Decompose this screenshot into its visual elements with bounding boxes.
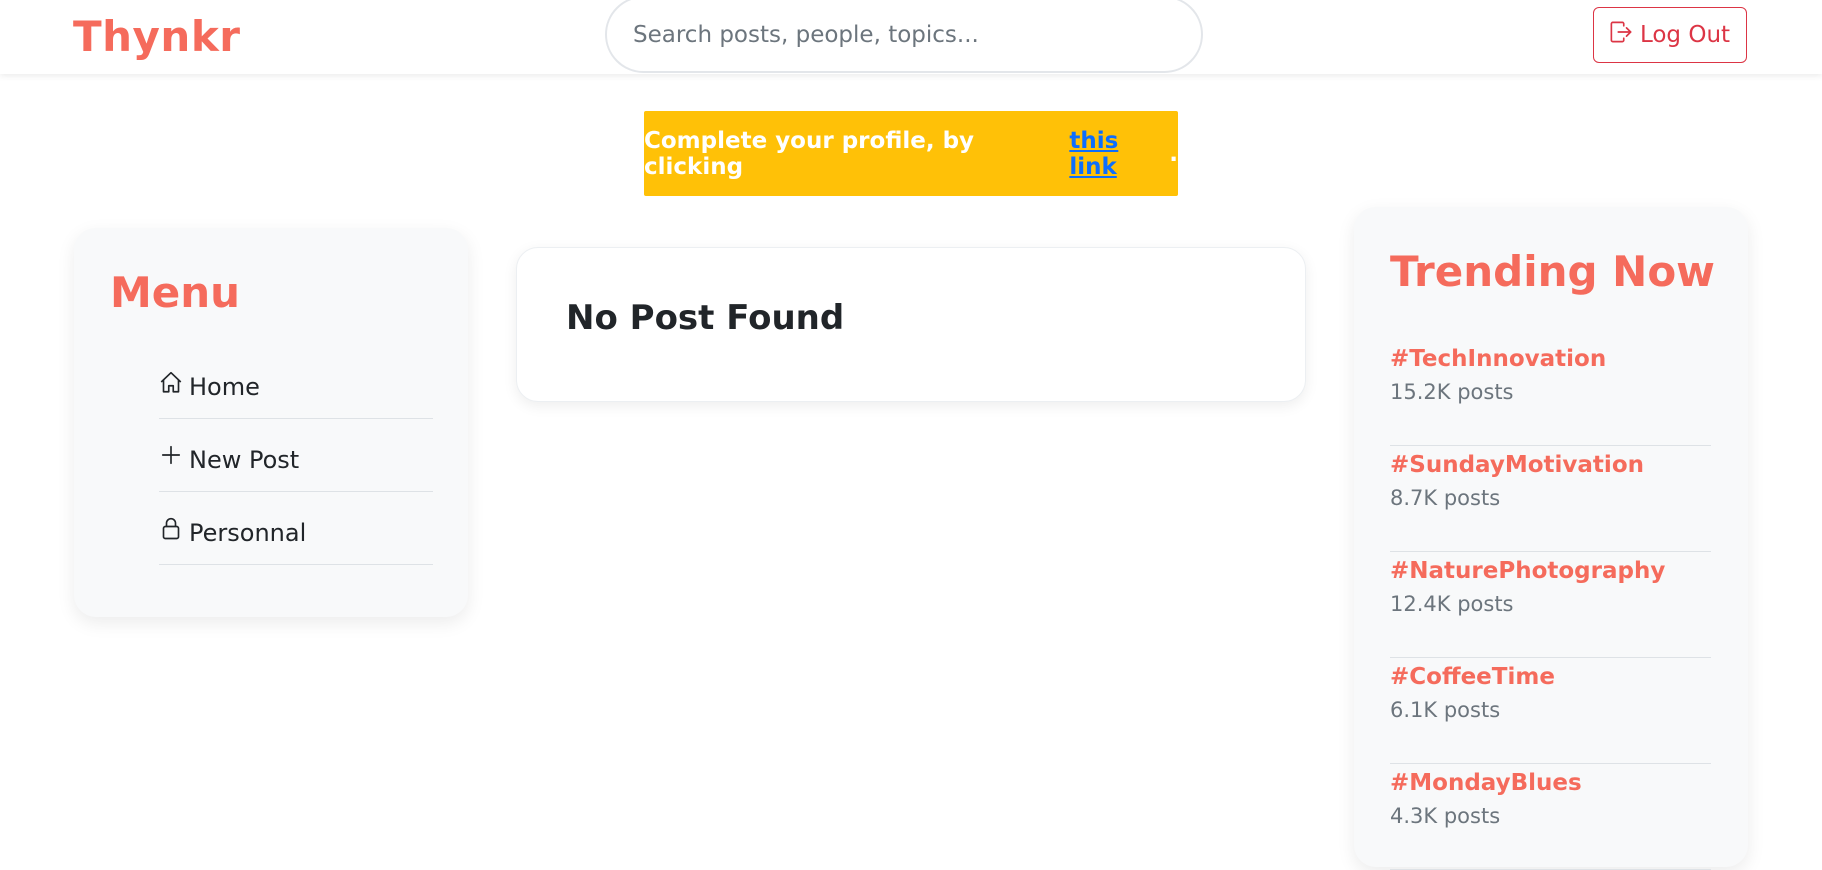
trending-panel: Trending Now #TechInnovation 15.2K posts… <box>1354 207 1748 870</box>
top-navbar: Thynkr Log Out <box>0 0 1822 74</box>
trending-item: #NaturePhotography 12.4K posts <box>1390 552 1711 658</box>
trending-tag-link[interactable]: #CoffeeTime <box>1390 664 1711 690</box>
trending-count: 6.1K posts <box>1390 698 1501 722</box>
lock-icon <box>162 517 180 540</box>
trending-list: #TechInnovation 15.2K posts #SundayMotiv… <box>1390 340 1711 870</box>
feed-empty-card: No Post Found <box>516 247 1306 402</box>
empty-feed-message: No Post Found <box>566 298 845 338</box>
trending-item: #MondayBlues 4.3K posts <box>1390 764 1711 870</box>
trending-count: 12.4K posts <box>1390 592 1514 616</box>
alert-text: Complete your profile, by clicking <box>644 127 975 180</box>
trending-count: 4.3K posts <box>1390 804 1501 828</box>
sidebar-item-label: Home <box>189 373 260 401</box>
logout-label: Log Out <box>1639 22 1731 48</box>
sidebar-item-new-post[interactable]: New Post <box>159 419 433 492</box>
menu-list: Home New Post Personnal <box>159 346 433 565</box>
profile-alert: Complete your profile, by clicking this l… <box>644 111 1178 196</box>
sidebar-item-label: New Post <box>189 446 300 474</box>
trending-tag-link[interactable]: #TechInnovation <box>1390 346 1711 372</box>
sidebar-item-label: Personnal <box>189 519 307 547</box>
menu-title: Menu <box>110 268 241 317</box>
logout-button[interactable]: Log Out <box>1593 7 1747 63</box>
complete-profile-link[interactable]: this link <box>1069 128 1169 180</box>
sidebar-item-home[interactable]: Home <box>159 346 433 419</box>
trending-title: Trending Now <box>1390 247 1715 296</box>
trending-item: #TechInnovation 15.2K posts <box>1390 340 1711 446</box>
trending-tag-link[interactable]: #SundayMotivation <box>1390 452 1711 478</box>
house-icon <box>160 371 182 393</box>
sidebar-item-personnal[interactable]: Personnal <box>159 492 433 565</box>
trending-count: 8.7K posts <box>1390 486 1501 510</box>
alert-suffix: . <box>1169 140 1178 167</box>
box-arrow-right-icon <box>1610 21 1632 43</box>
brand-logo[interactable]: Thynkr <box>73 12 240 61</box>
trending-count: 15.2K posts <box>1390 380 1514 404</box>
trending-tag-link[interactable]: #MondayBlues <box>1390 770 1711 796</box>
sidebar-menu: Menu Home New Post Personnal <box>74 228 468 617</box>
trending-tag-link[interactable]: #NaturePhotography <box>1390 558 1711 584</box>
trending-item: #CoffeeTime 6.1K posts <box>1390 658 1711 764</box>
plus-icon <box>161 445 181 465</box>
search-input[interactable] <box>605 0 1203 73</box>
trending-item: #SundayMotivation 8.7K posts <box>1390 446 1711 552</box>
